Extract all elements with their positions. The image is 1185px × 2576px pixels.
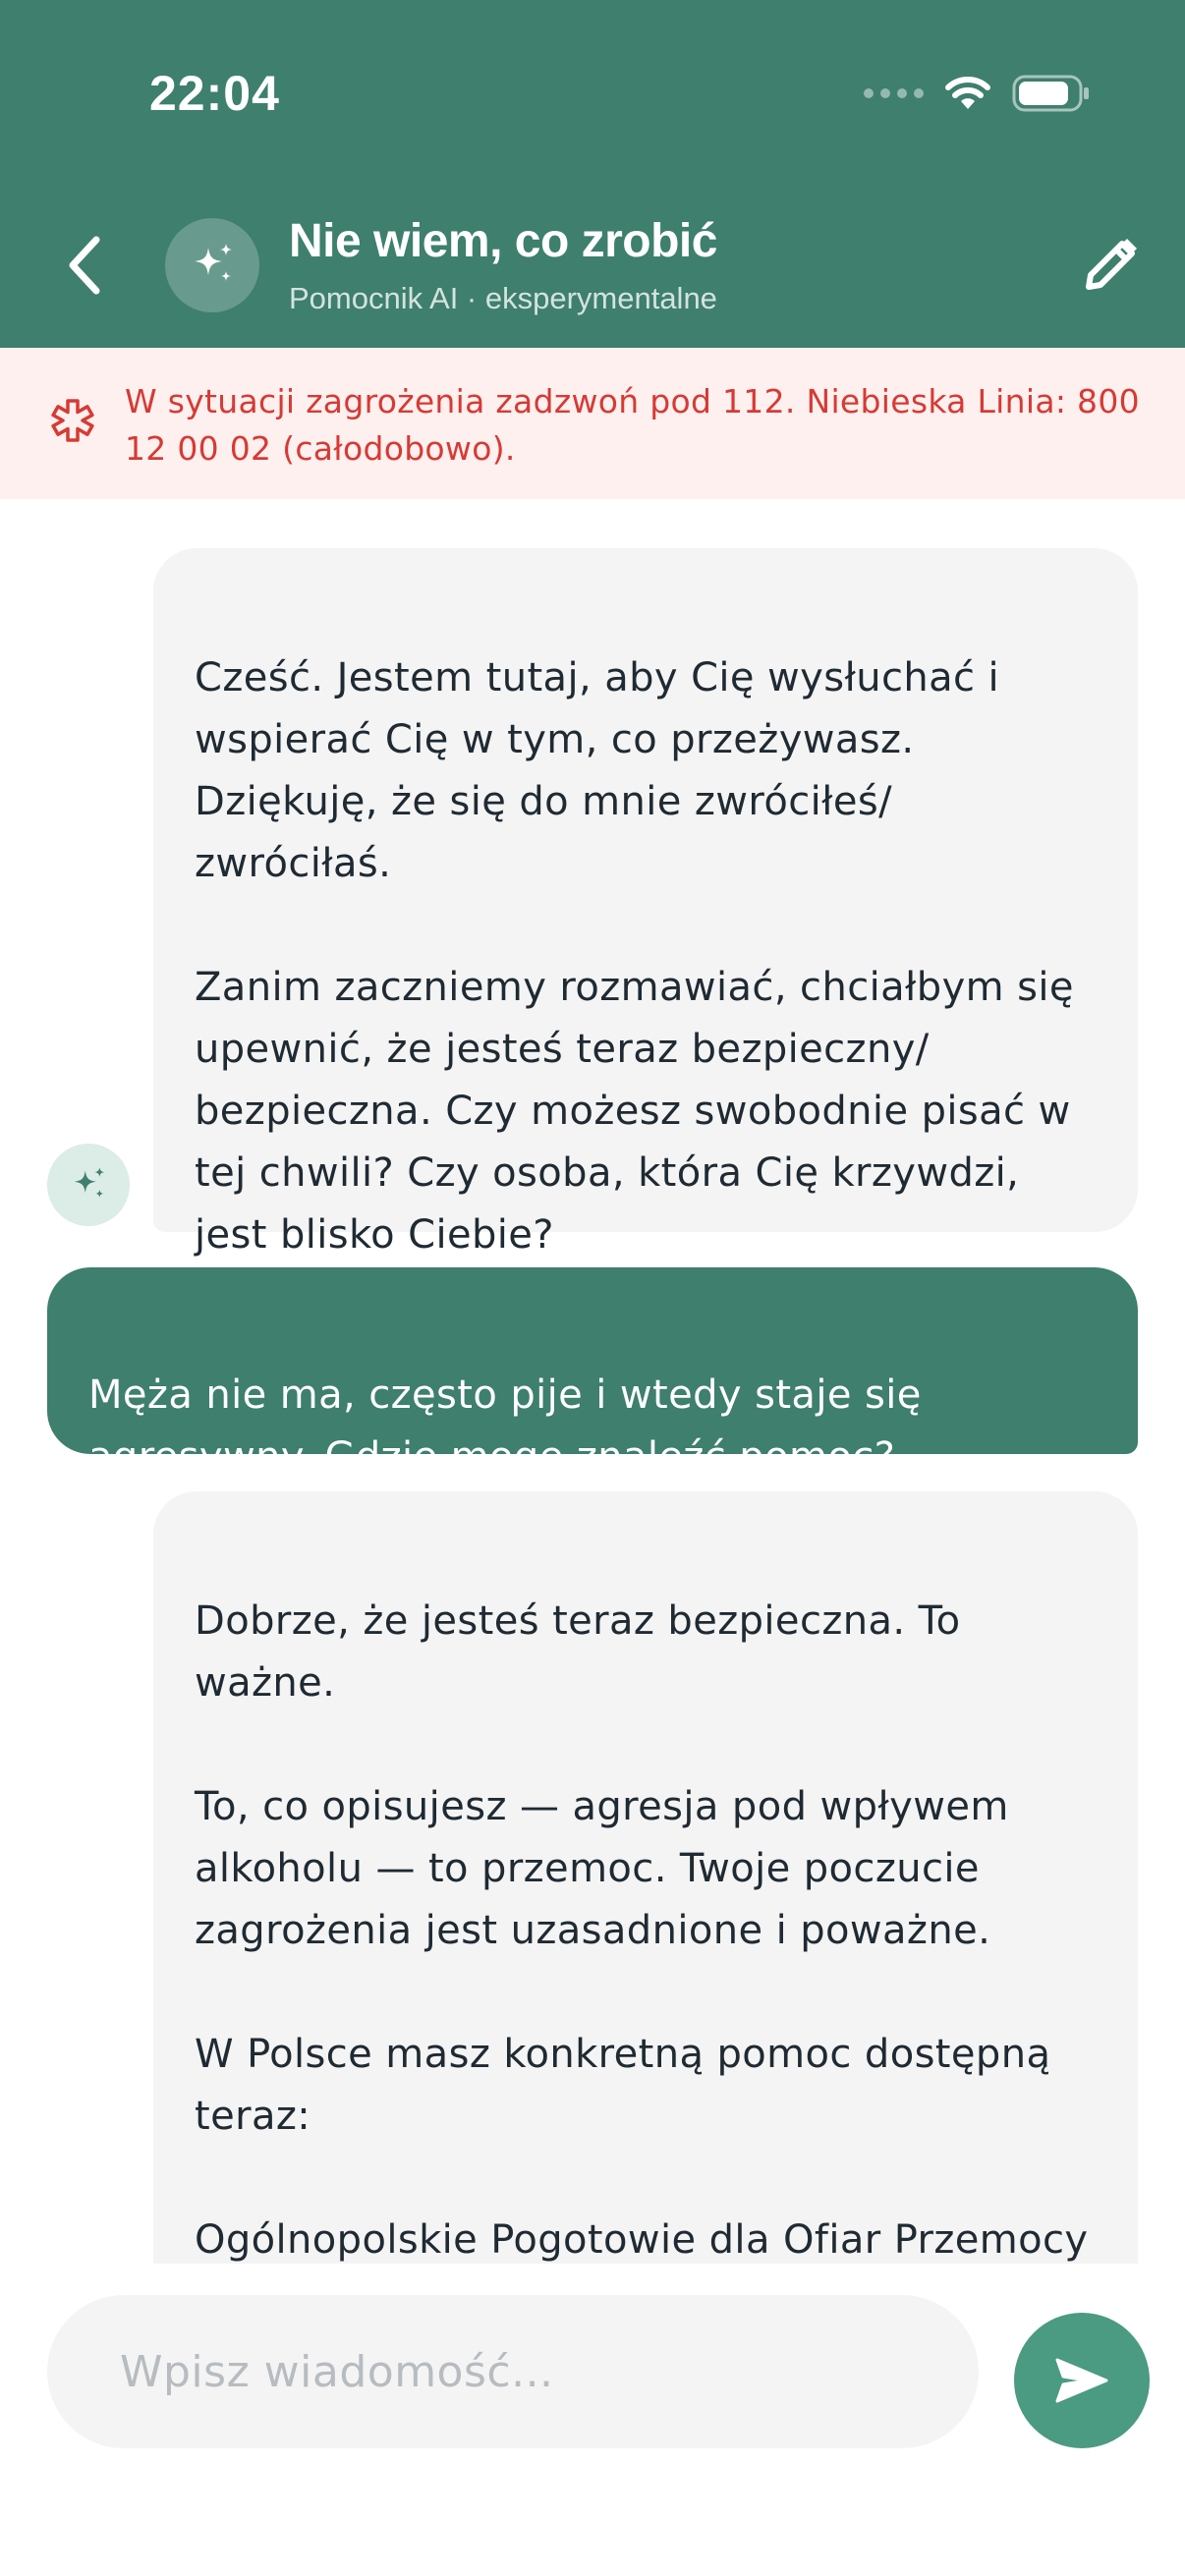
chat-scroll-area[interactable]: Cześć. Jestem tutaj, aby Cię wysłuchać i… — [0, 499, 1185, 2264]
sparkles-icon — [195, 244, 232, 281]
back-button[interactable] — [55, 226, 114, 305]
send-button[interactable] — [1014, 2313, 1150, 2448]
sparkles-icon — [74, 1167, 105, 1198]
assistant-message: Cześć. Jestem tutaj, aby Cię wysłuchać i… — [153, 548, 1138, 1258]
emergency-text: W sytuacji zagrożenia zadzwoń pod 112. N… — [125, 382, 1140, 468]
assistant-message: Dobrze, że jesteś teraz bezpieczna. To w… — [153, 1491, 1138, 2264]
emergency-banner: W sytuacji zagrożenia zadzwoń pod 112. N… — [0, 348, 1185, 499]
message-text: Męża nie ma, często pije i wtedy staje s… — [88, 1372, 922, 1480]
status-time: 22:04 — [149, 66, 280, 121]
wifi-icon — [945, 77, 990, 109]
user-message: Męża nie ma, często pije i wtedy staje s… — [47, 1267, 1138, 1480]
message-text: Cześć. Jestem tutaj, aby Cię wysłuchać i… — [195, 655, 1074, 1258]
assistant-avatar-small — [47, 1144, 130, 1226]
chevron-left-icon — [69, 236, 100, 295]
status-icons — [864, 71, 1091, 116]
chat-subtitle: Pomocnik AI · eksperymentalne — [289, 281, 717, 315]
pencil-icon — [1086, 239, 1137, 290]
cellular-signal-icon — [864, 88, 924, 98]
edit-button[interactable] — [1077, 230, 1146, 299]
chat-title: Nie wiem, co zrobić — [289, 215, 717, 267]
message-composer — [0, 2264, 1185, 2576]
message-text: Dobrze, że jesteś teraz bezpieczna. To w… — [195, 1598, 1089, 2263]
assistant-avatar — [165, 218, 259, 312]
app-header: 22:04 Nie wiem, co zrobić Pomocnik AI · … — [0, 0, 1185, 348]
battery-icon — [1012, 75, 1089, 112]
send-icon — [1055, 2358, 1108, 2403]
message-input[interactable] — [47, 2295, 979, 2448]
medical-asterisk-icon — [51, 399, 94, 442]
